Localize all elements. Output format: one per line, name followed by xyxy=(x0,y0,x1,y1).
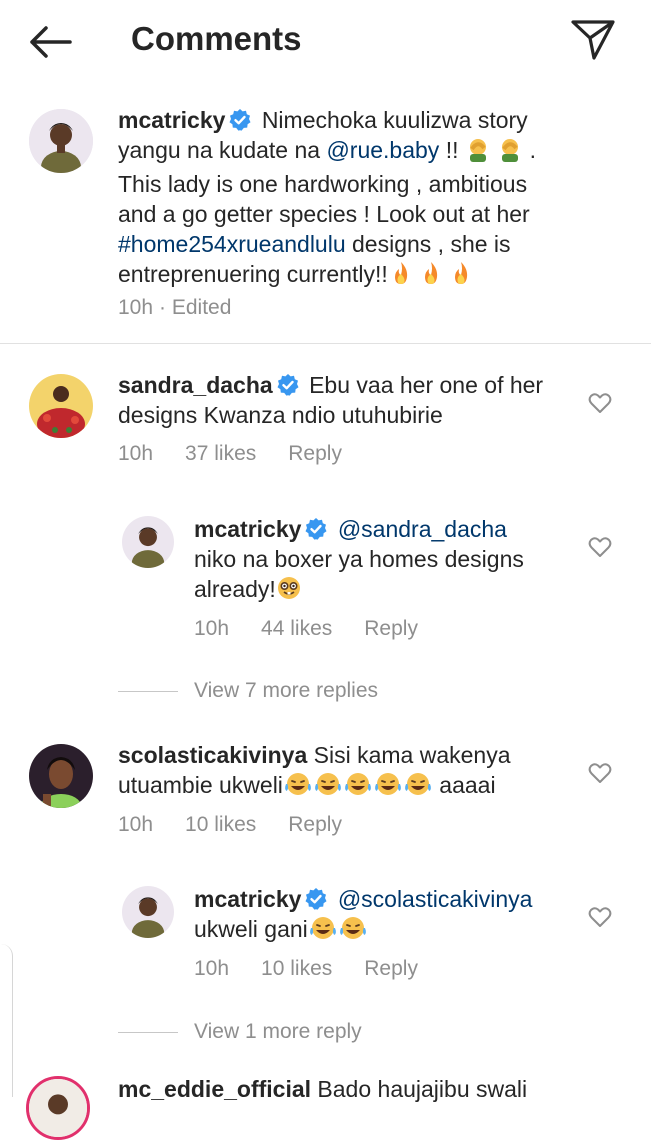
comment-body: utuambie ukweli xyxy=(118,772,283,798)
likes-count[interactable]: 10 likes xyxy=(261,957,332,981)
timestamp: 10h xyxy=(118,296,154,319)
tears-of-joy-emoji-icon xyxy=(338,915,368,948)
caption-text: mcatricky Nimechoka kuulizwa story yangu… xyxy=(118,105,618,293)
verified-badge-icon xyxy=(304,517,328,541)
like-button[interactable] xyxy=(588,536,612,558)
reply-button[interactable]: Reply xyxy=(288,813,342,837)
reply-button[interactable]: Reply xyxy=(288,442,342,466)
tears-of-joy-emoji-icon xyxy=(403,771,433,804)
paper-plane-icon xyxy=(571,20,615,60)
comment-body: niko na boxer ya homes designs xyxy=(194,546,524,572)
comment-body: Sisi kama wakenya xyxy=(313,742,511,768)
comment-username[interactable]: sandra_dacha xyxy=(118,372,273,398)
verified-badge-icon xyxy=(304,887,328,911)
comment-body: Bado haujajibu swali xyxy=(317,1076,528,1102)
caption-line: yangu na kudate na xyxy=(118,137,327,163)
mention-link[interactable]: @sandra_dacha xyxy=(338,516,507,542)
comment-meta: 10h 10 likes Reply xyxy=(194,957,418,981)
fire-emoji-icon xyxy=(448,260,474,293)
comment-username[interactable]: mcatricky xyxy=(194,516,301,542)
mention-link[interactable]: @scolasticakivinya xyxy=(338,886,533,912)
comment-body: aaaai xyxy=(432,772,496,798)
avatar-scolasticakivinya[interactable] xyxy=(29,744,93,808)
heart-icon xyxy=(588,907,612,927)
timestamp: 10h xyxy=(118,442,154,465)
caption-line: designs , she is xyxy=(345,231,511,257)
likes-count[interactable]: 37 likes xyxy=(185,442,256,466)
likes-count[interactable]: 10 likes xyxy=(185,813,256,837)
header-bar: Comments xyxy=(0,0,651,82)
thread-line xyxy=(118,690,178,692)
tears-of-joy-emoji-icon xyxy=(313,771,343,804)
timestamp: 10h xyxy=(194,617,230,640)
reply-button[interactable]: Reply xyxy=(364,957,418,981)
comment-meta: 10h 37 likes Reply xyxy=(118,442,342,466)
view-more-replies[interactable]: View 7 more replies xyxy=(118,679,378,703)
comment-username[interactable]: mc_eddie_official xyxy=(118,1076,311,1102)
like-button[interactable] xyxy=(588,392,612,414)
heart-icon xyxy=(588,537,612,557)
caption-username[interactable]: mcatricky xyxy=(118,107,225,133)
comment-meta: 10h 44 likes Reply xyxy=(194,617,418,641)
mention-link[interactable]: @rue.baby xyxy=(326,137,439,163)
comment-body: already! xyxy=(194,576,276,602)
caption-meta: 10h · Edited xyxy=(118,296,231,320)
caption-line: entreprenuering currently!! xyxy=(118,261,388,287)
verified-badge-icon xyxy=(228,108,252,132)
facepalm-emoji-icon xyxy=(497,136,523,169)
tears-of-joy-emoji-icon xyxy=(308,915,338,948)
fire-emoji-icon xyxy=(388,260,414,293)
caption-line: This lady is one hardworking , ambitious xyxy=(118,171,528,197)
view-more-label[interactable]: View 7 more replies xyxy=(194,679,378,703)
timestamp: 10h xyxy=(118,813,154,836)
back-button[interactable] xyxy=(26,22,74,62)
avatar-mcatricky[interactable] xyxy=(29,109,93,173)
reply-text: mcatricky @scolasticakivinya ukweli gani xyxy=(194,884,584,948)
reply-text: mcatricky @sandra_dacha niko na boxer ya… xyxy=(194,514,584,608)
heart-icon xyxy=(588,763,612,783)
facepalm-emoji-icon xyxy=(465,136,491,169)
timestamp: 10h xyxy=(194,957,230,980)
arrow-left-icon xyxy=(30,26,72,58)
comment-text: scolasticakivinya Sisi kama wakenya utua… xyxy=(118,740,588,804)
likes-count[interactable]: 44 likes xyxy=(261,617,332,641)
overlay-edge xyxy=(0,944,13,1097)
tears-of-joy-emoji-icon xyxy=(343,771,373,804)
caption-line: !! xyxy=(439,137,459,163)
like-button[interactable] xyxy=(588,762,612,784)
hashtag-link[interactable]: #home254xrueandlulu xyxy=(118,231,346,257)
like-button[interactable] xyxy=(588,906,612,928)
view-more-replies[interactable]: View 1 more reply xyxy=(118,1020,362,1044)
comment-username[interactable]: scolasticakivinya xyxy=(118,742,307,768)
caption-line: and a go getter species ! Look out at he… xyxy=(118,201,530,227)
avatar-mcatricky[interactable] xyxy=(122,516,174,568)
divider xyxy=(0,343,651,344)
comment-username[interactable]: mcatricky xyxy=(194,886,301,912)
comment-text: sandra_dacha Ebu vaa her one of her desi… xyxy=(118,370,578,430)
fire-emoji-icon xyxy=(418,260,444,293)
direct-share-button[interactable] xyxy=(568,16,618,62)
tears-of-joy-emoji-icon xyxy=(283,771,313,804)
comment-text: mc_eddie_official Bado haujajibu swali xyxy=(118,1074,578,1104)
tears-of-joy-emoji-icon xyxy=(373,771,403,804)
comment-meta: 10h 10 likes Reply xyxy=(118,813,342,837)
nerd-face-emoji-icon xyxy=(276,575,302,608)
caption-line: Nimechoka kuulizwa story xyxy=(261,107,528,133)
comment-body: designs Kwanza ndio utuhubirie xyxy=(118,402,443,428)
comment-body: Ebu vaa her one of her xyxy=(309,372,544,398)
verified-badge-icon xyxy=(276,373,300,397)
edited-label: · Edited xyxy=(159,296,232,319)
reply-button[interactable]: Reply xyxy=(364,617,418,641)
avatar-sandra-dacha[interactable] xyxy=(29,374,93,438)
thread-line xyxy=(118,1031,178,1033)
heart-icon xyxy=(588,393,612,413)
comment-body: ukweli gani xyxy=(194,916,308,942)
page-title: Comments xyxy=(131,20,302,57)
view-more-label[interactable]: View 1 more reply xyxy=(194,1020,362,1044)
avatar-mc-eddie-official[interactable] xyxy=(26,1076,90,1140)
avatar-mcatricky[interactable] xyxy=(122,886,174,938)
